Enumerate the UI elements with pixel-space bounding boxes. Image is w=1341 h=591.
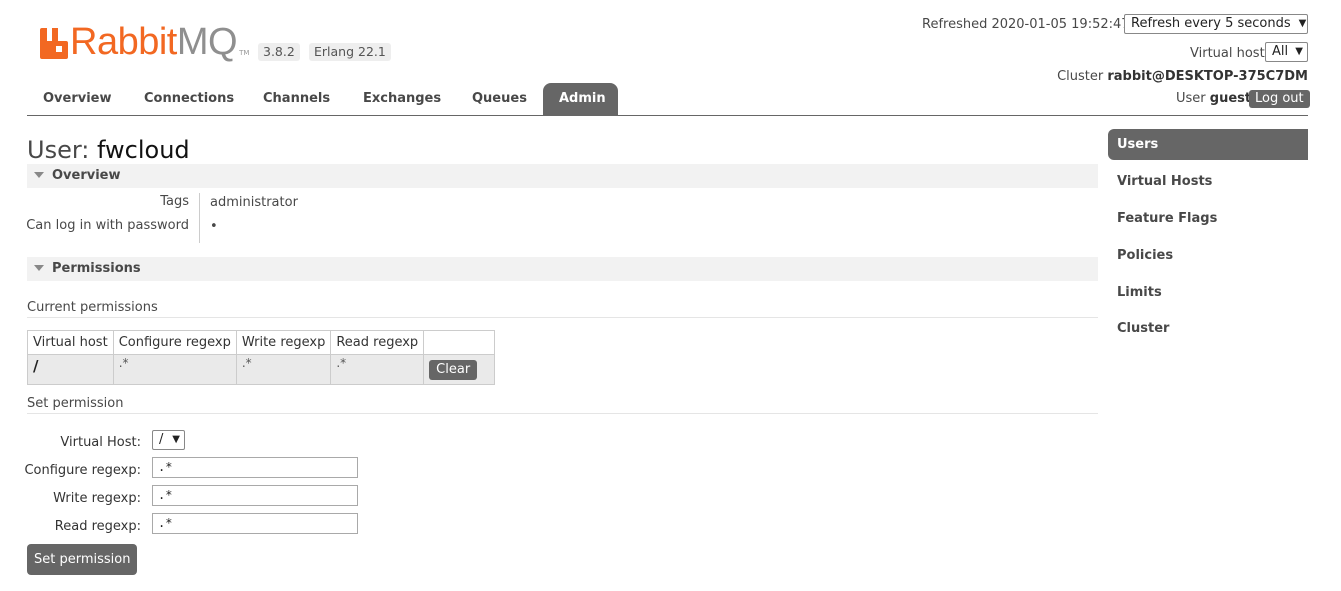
login-with-password-label: Can log in with password: [26, 218, 189, 233]
nav-divider: [27, 115, 1308, 116]
version-badge: 3.8.2: [258, 43, 300, 61]
form-write-regexp-label: Write regexp:: [53, 491, 141, 506]
collapse-triangle-icon: [34, 172, 44, 178]
permissions-section-header[interactable]: Permissions: [27, 257, 1098, 281]
column-header-configure-regexp: Configure regexp: [112, 330, 237, 355]
cluster-info: Cluster rabbit@DESKTOP-375C7DM: [1057, 69, 1308, 84]
cluster-label: Cluster: [1057, 69, 1104, 84]
virtual-host-value: All: [1272, 44, 1289, 59]
permissions-table: Virtual host Configure regexp Write rege…: [27, 330, 496, 385]
configure-regexp-input[interactable]: .*: [152, 457, 358, 478]
set-permission-button[interactable]: Set permission: [27, 544, 138, 575]
erlang-version-badge: Erlang 22.1: [309, 43, 391, 61]
rabbitmq-logo-icon: [38, 28, 68, 59]
user-label: User: [1176, 91, 1206, 106]
permissions-section-title: Permissions: [52, 261, 141, 276]
column-header-read-regexp: Read regexp: [330, 330, 425, 355]
sidebar-item-limits[interactable]: Limits: [1108, 277, 1308, 308]
cell-configure-regexp: .*: [112, 354, 237, 385]
cell-virtual-host: /: [27, 354, 114, 385]
refreshed-timestamp: Refreshed 2020-01-05 19:52:47: [922, 17, 1130, 32]
page-title-username: fwcloud: [97, 136, 190, 164]
page-title: User: fwcloud: [27, 134, 190, 166]
column-header-write-regexp: Write regexp: [235, 330, 332, 355]
form-configure-regexp-label: Configure regexp:: [24, 463, 141, 478]
tags-label: Tags: [160, 194, 189, 209]
login-with-password-value: •: [210, 219, 218, 234]
chevron-down-icon: ▼: [1295, 46, 1303, 57]
tab-admin[interactable]: Admin: [543, 83, 618, 115]
form-virtual-host-label: Virtual Host:: [60, 435, 141, 450]
current-user: User guest: [1176, 91, 1251, 106]
sidebar-item-feature-flags[interactable]: Feature Flags: [1108, 203, 1308, 234]
tags-value: administrator: [210, 195, 298, 210]
current-permissions-heading: Current permissions: [27, 300, 158, 315]
rabbitmq-logo-text: RabbitMQ: [70, 21, 238, 63]
form-virtual-host-select[interactable]: / ▼: [152, 430, 185, 450]
overview-section-title: Overview: [52, 168, 121, 183]
collapse-triangle-icon: [34, 265, 44, 271]
trademark-mark: TM: [239, 49, 250, 57]
column-header-actions: [423, 330, 496, 355]
column-header-virtual-host: Virtual host: [27, 330, 114, 355]
clear-permission-button[interactable]: Clear: [429, 359, 478, 380]
write-regexp-input[interactable]: .*: [152, 485, 358, 506]
cell-write-regexp: .*: [235, 354, 332, 385]
table-header-row: Virtual host Configure regexp Write rege…: [27, 330, 496, 355]
chevron-down-icon: ▼: [1298, 18, 1307, 29]
tab-queues[interactable]: Queues: [456, 83, 538, 115]
overview-section-header[interactable]: Overview: [27, 164, 1098, 188]
sidebar-item-cluster[interactable]: Cluster: [1108, 313, 1308, 344]
sidebar-item-policies[interactable]: Policies: [1108, 240, 1308, 271]
current-permissions-divider: [27, 317, 1098, 318]
refresh-interval-value: Refresh every 5 seconds: [1131, 16, 1291, 31]
cell-read-regexp: .*: [330, 354, 425, 385]
cluster-name: rabbit@DESKTOP-375C7DM: [1107, 69, 1308, 84]
virtual-host-label: Virtual host: [1190, 46, 1265, 61]
logout-button[interactable]: Log out: [1249, 90, 1310, 108]
tab-exchanges[interactable]: Exchanges: [347, 83, 449, 115]
form-read-regexp-label: Read regexp:: [54, 519, 141, 534]
form-virtual-host-value: /: [159, 432, 164, 447]
chevron-down-icon: ▼: [172, 434, 180, 445]
tab-connections[interactable]: Connections: [128, 83, 241, 115]
read-regexp-input[interactable]: .*: [152, 513, 358, 534]
sidebar-item-users[interactable]: Users: [1108, 129, 1308, 160]
sidebar-item-virtual-hosts[interactable]: Virtual Hosts: [1108, 166, 1308, 197]
tab-channels[interactable]: Channels: [247, 83, 341, 115]
set-permission-divider: [27, 413, 1098, 414]
rabbitmq-logo[interactable]: RabbitMQ TM: [38, 21, 250, 63]
cell-actions: Clear: [423, 354, 496, 385]
virtual-host-select[interactable]: All ▼: [1265, 42, 1308, 62]
refresh-interval-select[interactable]: Refresh every 5 seconds ▼: [1124, 14, 1308, 34]
tab-overview[interactable]: Overview: [27, 83, 121, 115]
set-permission-heading: Set permission: [27, 396, 124, 411]
page-title-prefix: User:: [27, 136, 90, 164]
table-row: / .* .* .* Clear: [27, 354, 496, 385]
user-name: guest: [1209, 91, 1252, 106]
overview-divider: [199, 193, 200, 243]
